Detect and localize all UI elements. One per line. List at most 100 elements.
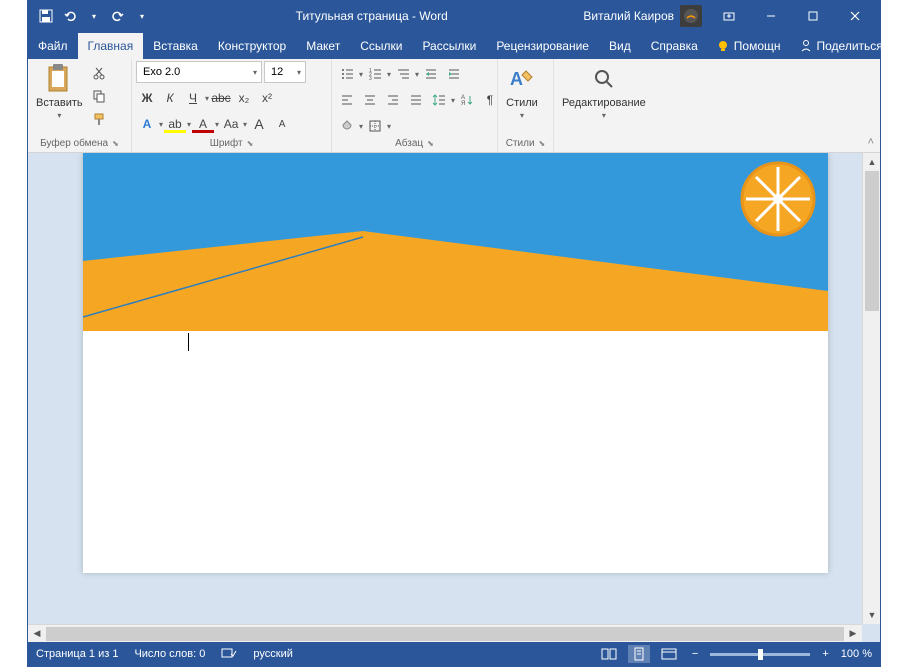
horizontal-scrollbar[interactable]: ◀ ▶ [28, 624, 862, 642]
numbering-button[interactable]: 123 [364, 63, 386, 85]
borders-button[interactable] [364, 115, 386, 137]
read-mode-icon[interactable] [598, 645, 620, 663]
vscroll-track[interactable] [863, 171, 880, 606]
text-cursor [188, 333, 189, 351]
tab-file[interactable]: Файл [28, 33, 78, 59]
highlight-dropdown-icon[interactable]: ▾ [187, 120, 191, 129]
language-status[interactable]: русский [253, 648, 292, 660]
tab-home[interactable]: Главная [78, 33, 144, 59]
highlight-button[interactable]: ab [164, 113, 186, 135]
line-spacing-button[interactable] [428, 89, 450, 111]
styles-dialog-launcher-icon[interactable]: ⬊ [539, 139, 546, 148]
increase-indent-button[interactable] [443, 63, 465, 85]
change-case-dropdown-icon[interactable]: ▾ [243, 120, 247, 129]
scroll-left-icon[interactable]: ◀ [28, 625, 46, 643]
tab-layout[interactable]: Макет [296, 33, 350, 59]
underline-button[interactable]: Ч [182, 87, 204, 109]
font-size-combo[interactable]: 12 ▾ [264, 61, 306, 83]
align-left-button[interactable] [336, 89, 358, 111]
bold-button[interactable]: Ж [136, 87, 158, 109]
tab-help[interactable]: Справка [641, 33, 708, 59]
text-effects-dropdown-icon[interactable]: ▾ [159, 120, 163, 129]
editing-label: Редактирование [562, 97, 646, 109]
grow-font-button[interactable]: A [248, 113, 270, 135]
zoom-level-status[interactable]: 100 % [841, 648, 872, 660]
borders-dropdown-icon[interactable]: ▾ [387, 122, 391, 131]
tab-insert[interactable]: Вставка [143, 33, 208, 59]
copy-icon[interactable] [89, 86, 109, 106]
zoom-slider-thumb[interactable] [758, 649, 763, 660]
line-spacing-dropdown-icon[interactable]: ▾ [451, 96, 455, 105]
user-name[interactable]: Виталий Каиров [583, 9, 674, 23]
spellcheck-icon[interactable] [221, 646, 237, 663]
word-count-status[interactable]: Число слов: 0 [134, 648, 205, 660]
align-center-button[interactable] [359, 89, 381, 111]
hscroll-thumb[interactable] [46, 627, 844, 641]
paragraph-group-label: Абзац [395, 138, 423, 149]
tab-references[interactable]: Ссылки [350, 33, 412, 59]
maximize-button[interactable] [792, 1, 834, 31]
document-page[interactable] [83, 153, 828, 573]
bullets-button[interactable] [336, 63, 358, 85]
multilevel-dropdown-icon[interactable]: ▾ [415, 70, 419, 79]
paragraph-dialog-launcher-icon[interactable]: ⬊ [427, 139, 434, 148]
italic-button[interactable]: К [159, 87, 181, 109]
font-color-button[interactable]: A [192, 113, 214, 135]
svg-text:Я: Я [461, 101, 465, 107]
minimize-button[interactable] [750, 1, 792, 31]
editing-button[interactable]: Редактирование ▾ [558, 61, 650, 122]
cut-icon[interactable] [89, 63, 109, 83]
superscript-button[interactable]: x² [256, 87, 278, 109]
customize-qat-icon[interactable]: ▾ [134, 8, 150, 24]
strikethrough-button[interactable]: abc [210, 87, 232, 109]
undo-icon[interactable] [62, 8, 78, 24]
paste-button[interactable]: Вставить ▾ [32, 61, 87, 122]
sort-button[interactable]: AЯ [456, 89, 478, 111]
page-number-status[interactable]: Страница 1 из 1 [36, 648, 118, 660]
vscroll-thumb[interactable] [865, 171, 879, 311]
zoom-slider[interactable] [710, 653, 810, 656]
numbering-dropdown-icon[interactable]: ▾ [387, 70, 391, 79]
underline-dropdown-icon[interactable]: ▾ [205, 94, 209, 103]
print-layout-icon[interactable] [628, 645, 650, 663]
scroll-up-icon[interactable]: ▲ [863, 153, 880, 171]
shrink-font-button[interactable]: A [271, 113, 293, 135]
redo-icon[interactable] [110, 8, 126, 24]
font-dialog-launcher-icon[interactable]: ⬊ [247, 139, 254, 148]
save-icon[interactable] [38, 8, 54, 24]
change-case-button[interactable]: Aa [220, 113, 242, 135]
decrease-indent-button[interactable] [420, 63, 442, 85]
tab-mailings[interactable]: Рассылки [412, 33, 486, 59]
tab-view[interactable]: Вид [599, 33, 641, 59]
scroll-down-icon[interactable]: ▼ [863, 606, 880, 624]
qat-dropdown-icon[interactable]: ▾ [86, 8, 102, 24]
close-button[interactable] [834, 1, 876, 31]
styles-button[interactable]: A Стили ▾ [502, 61, 542, 122]
clipboard-dialog-launcher-icon[interactable]: ⬊ [112, 139, 119, 148]
justify-button[interactable] [405, 89, 427, 111]
quick-access-toolbar: ▾ ▾ [28, 8, 160, 24]
zoom-in-button[interactable]: + [818, 648, 832, 660]
font-name-combo[interactable]: Exo 2.0 ▾ [136, 61, 262, 83]
format-painter-icon[interactable] [89, 109, 109, 129]
user-avatar[interactable] [680, 5, 702, 27]
zoom-out-button[interactable]: − [688, 648, 702, 660]
tab-design[interactable]: Конструктор [208, 33, 296, 59]
collapse-ribbon-icon[interactable]: ˄ [868, 136, 874, 148]
share-button[interactable]: Поделиться [791, 33, 891, 59]
bullets-dropdown-icon[interactable]: ▾ [359, 70, 363, 79]
shading-button[interactable] [336, 115, 358, 137]
vertical-scrollbar[interactable]: ▲ ▼ [862, 153, 880, 624]
font-color-dropdown-icon[interactable]: ▾ [215, 120, 219, 129]
hscroll-track[interactable] [46, 625, 844, 643]
shading-dropdown-icon[interactable]: ▾ [359, 122, 363, 131]
ribbon-display-options-icon[interactable] [708, 1, 750, 31]
align-right-button[interactable] [382, 89, 404, 111]
tell-me-button[interactable]: Помощн [708, 33, 789, 59]
tab-review[interactable]: Рецензирование [486, 33, 599, 59]
text-effects-button[interactable]: A [136, 113, 158, 135]
scroll-right-icon[interactable]: ▶ [844, 625, 862, 643]
subscript-button[interactable]: x₂ [233, 87, 255, 109]
multilevel-list-button[interactable] [392, 63, 414, 85]
web-layout-icon[interactable] [658, 645, 680, 663]
